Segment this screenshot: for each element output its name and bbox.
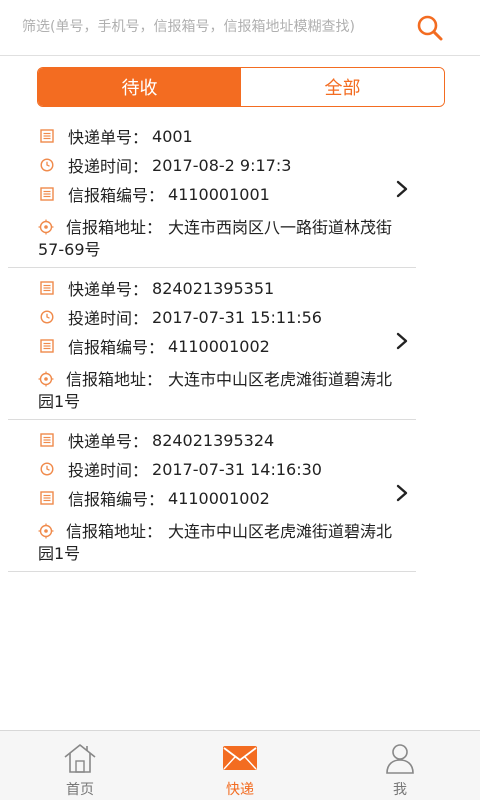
document-icon <box>36 127 58 145</box>
list-item[interactable]: 快递单号： 4001 投递时间： 2017-08-2 9:17:3 信报箱编号：… <box>8 116 416 268</box>
search-input[interactable] <box>22 10 402 44</box>
tracking-no-value: 4001 <box>152 126 193 146</box>
mailbox-no-value: 4110001001 <box>168 184 270 204</box>
tracking-no-value: 824021395324 <box>152 430 275 450</box>
location-icon <box>38 523 60 539</box>
mailbox-no-label: 信报箱编号： <box>68 490 165 509</box>
home-icon <box>62 741 98 775</box>
tracking-no-label: 快递单号： <box>68 280 149 299</box>
delivery-time-label: 投递时间： <box>68 461 149 480</box>
chevron-right-icon <box>396 484 408 502</box>
mailbox-no-label: 信报箱编号： <box>68 186 165 205</box>
search-bar <box>0 0 480 56</box>
mailbox-address-label: 信报箱地址： <box>66 370 163 389</box>
tabbar-item-me[interactable]: 我 <box>320 731 480 800</box>
document-icon <box>36 185 58 203</box>
tabbar-item-express[interactable]: 快递 <box>160 731 320 800</box>
delivery-list: 快递单号： 4001 投递时间： 2017-08-2 9:17:3 信报箱编号：… <box>8 116 416 572</box>
mailbox-address-label: 信报箱地址： <box>66 522 163 541</box>
document-icon <box>36 431 58 449</box>
tracking-no-label: 快递单号： <box>68 128 149 147</box>
tracking-no-value: 824021395351 <box>152 278 275 298</box>
tabbar-item-home[interactable]: 首页 <box>0 731 160 800</box>
envelope-icon <box>222 741 258 775</box>
clock-icon <box>36 156 58 174</box>
document-icon <box>36 489 58 507</box>
list-item[interactable]: 快递单号： 824021395324 投递时间： 2017-07-31 14:1… <box>8 420 416 572</box>
mailbox-no-value: 4110001002 <box>168 488 270 508</box>
tabbar-label: 我 <box>393 782 407 798</box>
mailbox-no-value: 4110001002 <box>168 336 270 356</box>
delivery-time-value: 2017-07-31 15:11:56 <box>152 307 322 327</box>
search-button[interactable] <box>410 8 450 48</box>
clock-icon <box>36 460 58 478</box>
location-icon <box>38 371 60 387</box>
tab-all[interactable]: 全部 <box>241 68 444 106</box>
user-icon <box>382 741 418 775</box>
tabbar-label: 快递 <box>226 782 254 798</box>
search-icon <box>417 15 443 41</box>
mailbox-address: 信报箱地址： 大连市中山区老虎滩街道碧涛北园1号 <box>38 521 408 565</box>
mailbox-address: 信报箱地址： 大连市西岗区八一路街道林茂街57-69号 <box>38 217 408 261</box>
list-item[interactable]: 快递单号： 824021395351 投递时间： 2017-07-31 15:1… <box>8 268 416 420</box>
mailbox-no-label: 信报箱编号： <box>68 338 165 357</box>
chevron-right-icon <box>396 180 408 198</box>
mailbox-address: 信报箱地址： 大连市中山区老虎滩街道碧涛北园1号 <box>38 369 408 413</box>
delivery-time-value: 2017-08-2 9:17:3 <box>152 155 292 175</box>
delivery-time-label: 投递时间： <box>68 309 149 328</box>
location-icon <box>38 219 60 235</box>
document-icon <box>36 337 58 355</box>
tracking-no-label: 快递单号： <box>68 432 149 451</box>
delivery-time-label: 投递时间： <box>68 157 149 176</box>
delivery-time-value: 2017-07-31 14:16:30 <box>152 459 322 479</box>
document-icon <box>36 279 58 297</box>
tab-pending[interactable]: 待收 <box>38 68 241 106</box>
clock-icon <box>36 308 58 326</box>
filter-tabs: 待收 全部 <box>37 67 445 107</box>
mailbox-address-label: 信报箱地址： <box>66 218 163 237</box>
chevron-right-icon <box>396 332 408 350</box>
bottom-tab-bar: 首页 快递 我 <box>0 730 480 800</box>
tabbar-label: 首页 <box>66 782 94 798</box>
